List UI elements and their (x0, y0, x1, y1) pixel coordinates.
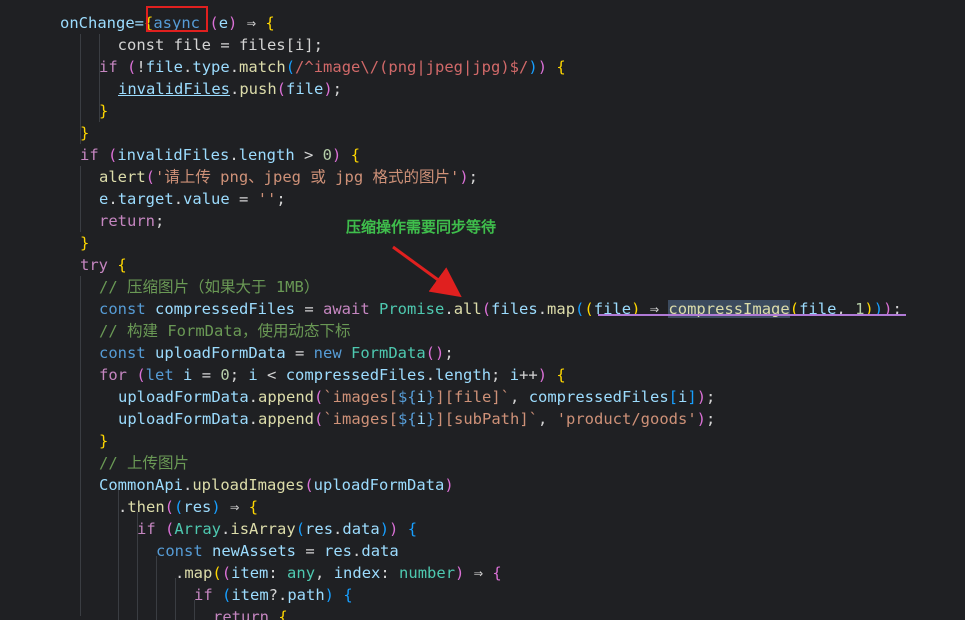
code-editor[interactable]: onChange={async (e) ⇒ { const file = fil… (0, 0, 965, 620)
annotation-callout: 压缩操作需要同步等待 (346, 218, 497, 236)
annotation-arrow-icon (392, 245, 462, 298)
